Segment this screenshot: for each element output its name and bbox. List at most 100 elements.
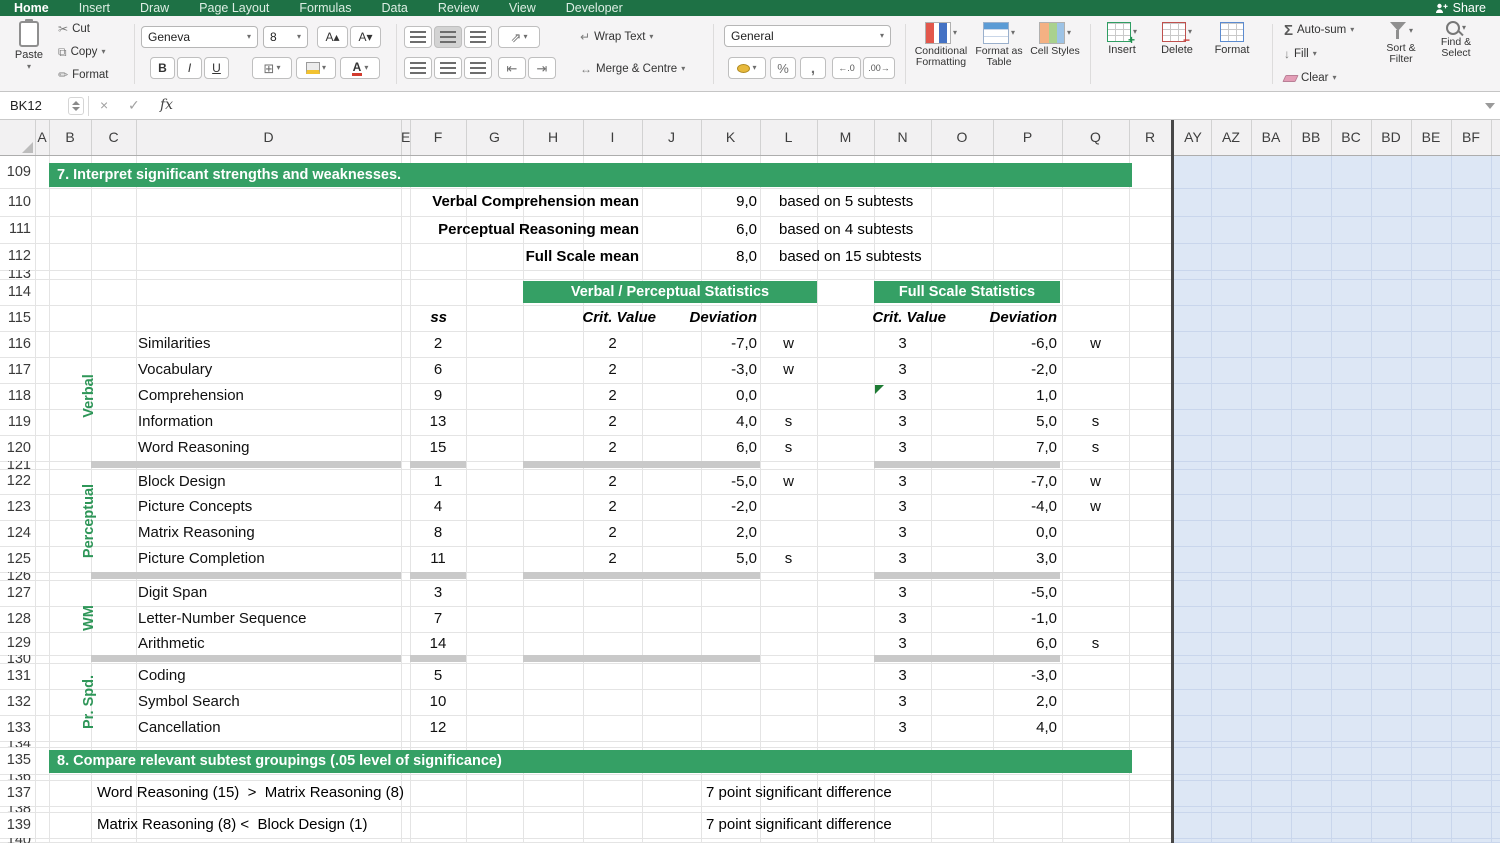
- row-header-116[interactable]: 116: [0, 331, 31, 357]
- row-header-122[interactable]: 122: [0, 469, 31, 494]
- row-header-139[interactable]: 139: [0, 812, 31, 838]
- format-painter-button[interactable]: ✏ Format: [58, 66, 108, 84]
- fill-color-button[interactable]: ▾: [296, 57, 336, 79]
- font-color-button[interactable]: A ▾: [340, 57, 380, 79]
- column-header-Q[interactable]: Q: [1062, 120, 1129, 155]
- cell-116-fs_flag[interactable]: w: [1062, 331, 1129, 357]
- row-header-117[interactable]: 117: [0, 357, 31, 383]
- orientation-button[interactable]: ⇗ ▾: [498, 26, 540, 48]
- cell-117-fs_dev[interactable]: -2,0: [961, 357, 1057, 383]
- cell-123-vp_crit[interactable]: 2: [583, 494, 642, 520]
- fs-deviation-column-header[interactable]: Deviation: [957, 305, 1057, 331]
- comparison-result[interactable]: 7 point significant difference: [706, 812, 892, 838]
- column-header-C[interactable]: C: [91, 120, 136, 155]
- increase-decimal-button[interactable]: ←.0: [832, 57, 861, 79]
- column-header-P[interactable]: P: [993, 120, 1062, 155]
- increase-indent-button[interactable]: ⇥: [528, 57, 556, 79]
- cell-117-vp_flag[interactable]: w: [760, 357, 817, 383]
- row-header-127[interactable]: 127: [0, 580, 31, 606]
- enter-button[interactable]: ✓: [128, 92, 140, 119]
- row-header-126[interactable]: 126: [0, 572, 31, 580]
- cell-127-fs_crit[interactable]: 3: [874, 580, 931, 606]
- vp-crit-column-header[interactable]: Crit. Value: [556, 305, 656, 331]
- cell-117-vp_dev[interactable]: -3,0: [661, 357, 757, 383]
- italic-button[interactable]: I: [177, 57, 202, 79]
- cell-131-name[interactable]: Coding: [137, 663, 399, 689]
- column-header-E[interactable]: E: [401, 120, 410, 155]
- cell-122-vp_dev[interactable]: -5,0: [661, 469, 757, 494]
- cell-119-fs_dev[interactable]: 5,0: [961, 409, 1057, 435]
- column-header-BA[interactable]: BA: [1251, 120, 1291, 155]
- delete-cells-button[interactable]: − ▾ Delete: [1154, 22, 1200, 56]
- cell-118-fs_dev[interactable]: 1,0: [961, 383, 1057, 409]
- format-cells-button[interactable]: Format: [1210, 22, 1254, 56]
- clear-button[interactable]: Clear ▾: [1284, 69, 1337, 87]
- column-header-BE[interactable]: BE: [1411, 120, 1451, 155]
- tab-review[interactable]: Review: [438, 1, 479, 16]
- cell-127-fs_dev[interactable]: -5,0: [961, 580, 1057, 606]
- column-header-BF[interactable]: BF: [1451, 120, 1491, 155]
- cell-120-ss[interactable]: 15: [410, 435, 466, 461]
- cell-118-name[interactable]: Comprehension: [137, 383, 399, 409]
- mean-value[interactable]: 8,0: [701, 243, 757, 270]
- column-header-AY[interactable]: AY: [1175, 120, 1211, 155]
- autosum-button[interactable]: Σ Auto-sum ▾: [1284, 21, 1354, 39]
- row-header-120[interactable]: 120: [0, 435, 31, 461]
- decrease-font-size-button[interactable]: A▾: [350, 26, 381, 48]
- align-top-button[interactable]: [404, 26, 432, 48]
- find-select-button[interactable]: ▾ Find & Select: [1430, 21, 1482, 59]
- row-header-137[interactable]: 137: [0, 780, 31, 806]
- cell-123-fs_crit[interactable]: 3: [874, 494, 931, 520]
- cell-116-fs_dev[interactable]: -6,0: [961, 331, 1057, 357]
- cell-122-fs_crit[interactable]: 3: [874, 469, 931, 494]
- row-header-129[interactable]: 129: [0, 632, 31, 655]
- cell-125-vp_flag[interactable]: s: [760, 546, 817, 572]
- column-header-M[interactable]: M: [817, 120, 874, 155]
- cell-116-ss[interactable]: 2: [410, 331, 466, 357]
- format-as-table-button[interactable]: ▾ Format as Table: [974, 22, 1024, 68]
- vp-deviation-column-header[interactable]: Deviation: [657, 305, 757, 331]
- column-header-G[interactable]: G: [466, 120, 523, 155]
- formula-input[interactable]: [188, 92, 1474, 119]
- cell-120-vp_dev[interactable]: 6,0: [661, 435, 757, 461]
- row-header-124[interactable]: 124: [0, 520, 31, 546]
- column-header-J[interactable]: J: [642, 120, 701, 155]
- cell-122-vp_flag[interactable]: w: [760, 469, 817, 494]
- tab-page-layout[interactable]: Page Layout: [199, 1, 269, 16]
- conditional-formatting-button[interactable]: ▾ Conditional Formatting: [912, 22, 970, 68]
- cell-133-fs_crit[interactable]: 3: [874, 715, 931, 741]
- cell-123-ss[interactable]: 4: [410, 494, 466, 520]
- cell-118-vp_crit[interactable]: 2: [583, 383, 642, 409]
- cell-131-fs_dev[interactable]: -3,0: [961, 663, 1057, 689]
- cell-131-ss[interactable]: 5: [410, 663, 466, 689]
- section7-header-cell[interactable]: 7. Interpret significant strengths and w…: [49, 163, 1132, 187]
- cell-132-ss[interactable]: 10: [410, 689, 466, 715]
- cell-120-fs_dev[interactable]: 7,0: [961, 435, 1057, 461]
- column-header-BD[interactable]: BD: [1371, 120, 1411, 155]
- column-header-AZ[interactable]: AZ: [1211, 120, 1251, 155]
- mean-value[interactable]: 9,0: [701, 188, 757, 216]
- mean-label[interactable]: Perceptual Reasoning mean: [136, 216, 639, 243]
- comparison-text[interactable]: Word Reasoning (15) > Matrix Reasoning (…: [97, 780, 404, 806]
- grid[interactable]: 7. Interpret significant strengths and w…: [0, 156, 1500, 843]
- cell-119-fs_flag[interactable]: s: [1062, 409, 1129, 435]
- cell-119-vp_crit[interactable]: 2: [583, 409, 642, 435]
- align-center-button[interactable]: [434, 57, 462, 79]
- cell-120-fs_flag[interactable]: s: [1062, 435, 1129, 461]
- align-left-button[interactable]: [404, 57, 432, 79]
- column-header-F[interactable]: F: [410, 120, 466, 155]
- cell-128-fs_dev[interactable]: -1,0: [961, 606, 1057, 632]
- row-header-118[interactable]: 118: [0, 383, 31, 409]
- section8-header-cell[interactable]: 8. Compare relevant subtest groupings (.…: [49, 750, 1132, 773]
- bold-button[interactable]: B: [150, 57, 175, 79]
- vp-stats-header-cell[interactable]: Verbal / Perceptual Statistics: [523, 281, 817, 303]
- font-size-select[interactable]: 8 ▾: [263, 26, 308, 48]
- row-header-119[interactable]: 119: [0, 409, 31, 435]
- row-header-132[interactable]: 132: [0, 689, 31, 715]
- cell-119-name[interactable]: Information: [137, 409, 399, 435]
- select-all-corner[interactable]: [22, 142, 33, 153]
- number-format-select[interactable]: General ▾: [724, 25, 891, 47]
- cell-124-name[interactable]: Matrix Reasoning: [137, 520, 399, 546]
- column-header-BC[interactable]: BC: [1331, 120, 1371, 155]
- currency-format-button[interactable]: ▾: [728, 57, 766, 79]
